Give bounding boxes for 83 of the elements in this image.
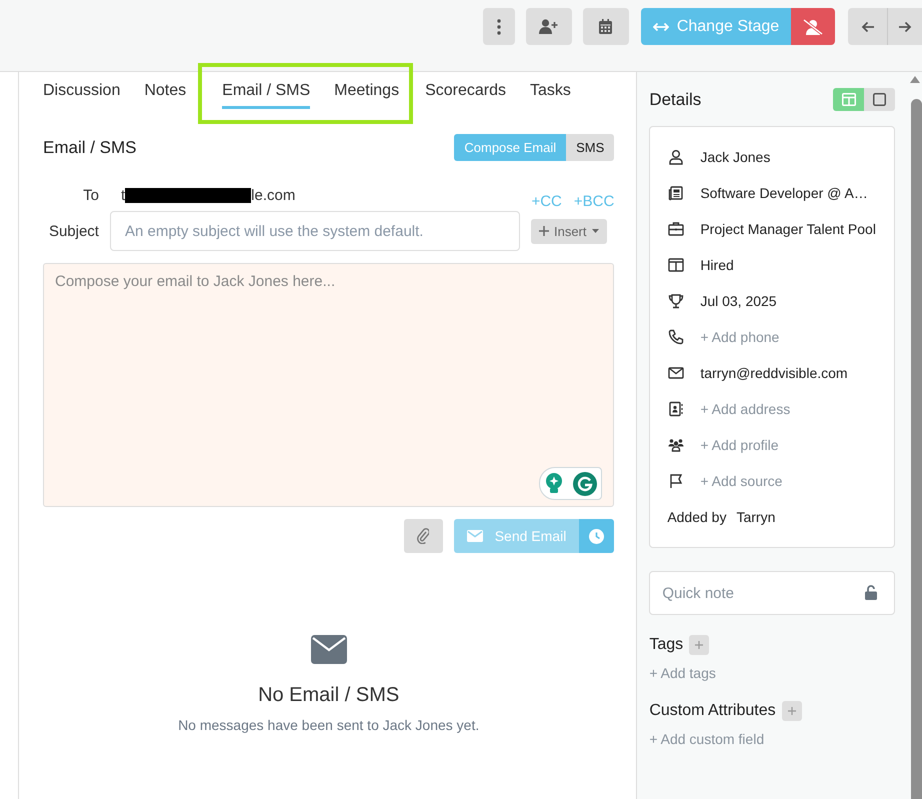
tab[interactable]: Discussion (42, 78, 120, 109)
email-body-field[interactable]: Compose your email to Jack Jones here... (44, 264, 614, 506)
tab[interactable]: Scorecards (425, 78, 506, 109)
add-tags-button[interactable] (689, 635, 710, 655)
tab[interactable]: Email / SMS (222, 78, 310, 109)
custom-attributes-title: Custom Attributes (649, 702, 776, 720)
envelope-icon (310, 635, 347, 664)
quick-note-field[interactable]: Quick note (649, 571, 896, 615)
add-field-link[interactable]: + Add profile (700, 438, 779, 452)
flag-icon (668, 473, 684, 489)
empty-state-title: No Email / SMS (258, 684, 400, 707)
g-logo-icon (572, 472, 597, 496)
more-button[interactable] (483, 8, 515, 45)
detail-text: Hired (700, 258, 734, 272)
detail-text: Project Manager Talent Pool (700, 222, 876, 236)
change-stage-button[interactable]: Change Stage (640, 8, 792, 45)
tags-title: Tags (649, 636, 684, 654)
paperclip-icon (417, 528, 430, 544)
reject-button[interactable] (791, 8, 836, 45)
envelope-icon (668, 365, 684, 381)
to-label: To (82, 186, 99, 204)
more-icon (496, 18, 501, 34)
add-tags-link[interactable]: + Add tags (649, 665, 896, 681)
bcc-link[interactable]: +BCC (574, 192, 614, 210)
compose-email-button[interactable]: Compose Email (454, 134, 566, 161)
contact-card-icon (668, 401, 684, 417)
people-icon (668, 437, 684, 453)
trophy-icon (668, 293, 684, 309)
double-arrow-icon (652, 22, 669, 32)
detail-text: Software Developer @ A… (700, 186, 868, 200)
sms-button[interactable]: SMS (566, 134, 614, 161)
empty-state-message: No messages have been sent to Jack Jones yet. (178, 717, 480, 733)
next-button[interactable] (888, 8, 922, 45)
caret-icon (592, 229, 598, 233)
add-field-link[interactable]: + Add address (700, 402, 790, 416)
arrow-left-icon (860, 20, 875, 32)
phone-icon (668, 329, 684, 345)
unlocked-padlock-icon (865, 585, 878, 600)
square-icon (873, 93, 886, 106)
tab[interactable]: Tasks (530, 78, 571, 109)
previous-button[interactable] (848, 8, 888, 45)
add-custom-attributes-link[interactable]: + Add custom field (649, 731, 896, 747)
scroll-up-icon[interactable] (910, 76, 920, 83)
layout-icon (842, 93, 856, 106)
envelope-icon (466, 530, 483, 542)
schedule-button[interactable] (579, 519, 614, 553)
newspaper-icon (668, 185, 684, 201)
tab[interactable]: Notes (144, 78, 186, 109)
added-by-name: Tarryn (736, 509, 776, 525)
person-icon (668, 149, 684, 165)
add-field-link[interactable]: + Add phone (700, 330, 780, 344)
detail-text: Jul 03, 2025 (700, 294, 777, 308)
details-title: Details (649, 90, 702, 110)
attach-button[interactable] (404, 519, 443, 553)
section-title: Email / SMS (42, 138, 137, 158)
clock-icon (589, 528, 604, 544)
add-field-link[interactable]: + Add source (700, 474, 782, 488)
plus-icon (695, 641, 704, 649)
subject-field[interactable]: An empty subject will use the system default. (110, 211, 520, 251)
plus-icon (538, 226, 549, 236)
scrollbar-thumb[interactable] (911, 99, 922, 799)
subject-label: Subject (48, 224, 99, 238)
add-user-icon (539, 19, 558, 34)
detail-text: Jack Jones (700, 150, 770, 164)
added-by-label: Added by (667, 509, 726, 525)
lightbulb-icon (545, 472, 564, 494)
arrow-right-icon (898, 20, 912, 32)
single-view-button[interactable] (864, 88, 896, 111)
add-user-button[interactable] (526, 8, 572, 45)
detail-text: tarryn@reddvisible.com (700, 366, 848, 380)
insert-button[interactable]: Insert (530, 218, 606, 244)
columns-icon (668, 257, 684, 273)
briefcase-icon (668, 221, 684, 237)
tab[interactable]: Meetings (334, 78, 400, 109)
recipient-address-start: t (120, 186, 126, 204)
calendar-button[interactable] (582, 8, 629, 45)
writing-assistant-widget[interactable] (539, 467, 602, 500)
calendar-icon (599, 19, 612, 34)
recipient-address-end: le.com (251, 186, 296, 204)
plus-icon (788, 707, 796, 715)
add-custom-attributes-button[interactable] (782, 701, 802, 721)
cc-link[interactable]: +CC (531, 192, 562, 210)
user-slash-icon (803, 18, 824, 34)
